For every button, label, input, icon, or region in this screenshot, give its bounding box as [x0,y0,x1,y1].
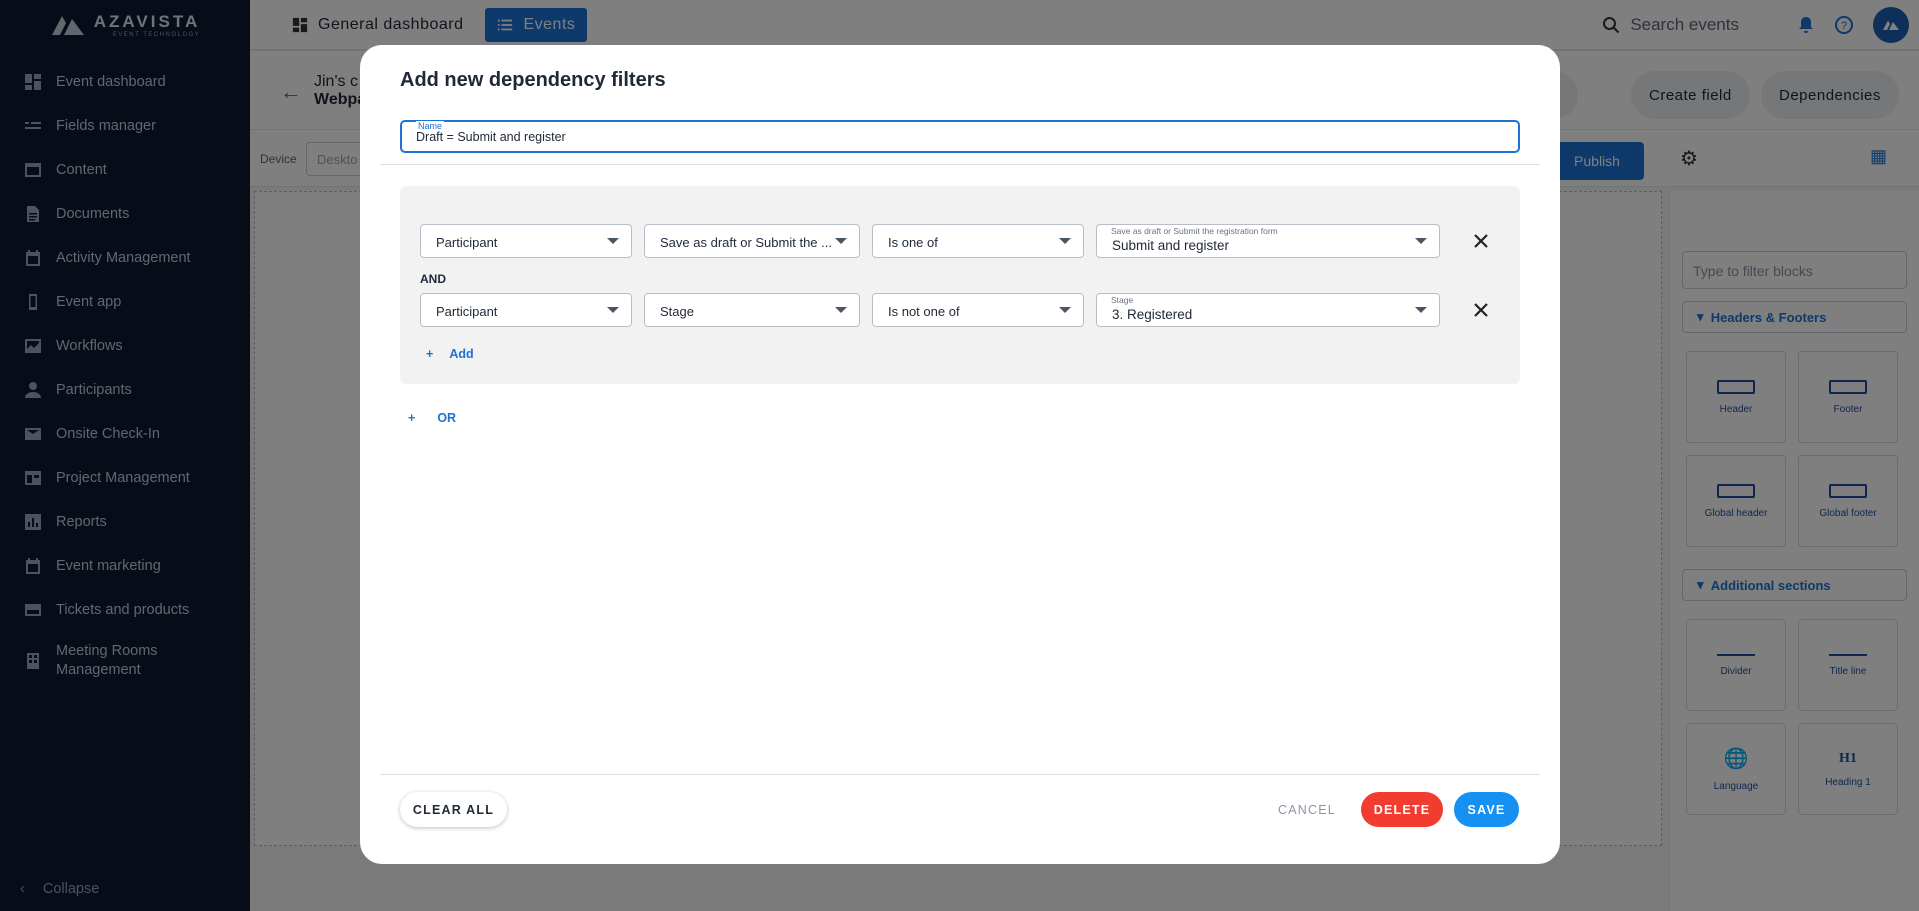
remove-condition-icon[interactable] [1470,299,1492,321]
save-button[interactable]: SAVE [1454,792,1519,827]
and-label: AND [420,272,446,286]
name-field[interactable]: Name Draft = Submit and register [400,120,1520,153]
operator-select[interactable]: Is one of [872,224,1084,258]
name-field-value: Draft = Submit and register [416,130,566,144]
cancel-button[interactable]: CANCEL [1272,792,1342,827]
dropdown-arrow-icon [1415,307,1427,313]
add-or-group-button[interactable]: + OR [408,411,456,425]
dropdown-arrow-icon [607,307,619,313]
divider [380,774,1540,775]
dropdown-arrow-icon [1059,238,1071,244]
value-select[interactable]: Save as draft or Submit the registration… [1096,224,1440,258]
dropdown-arrow-icon [607,238,619,244]
filter-group: Participant Save as draft or Submit the … [400,186,1520,384]
plus-icon: + [408,411,416,425]
or-label: OR [437,411,457,425]
dropdown-arrow-icon [1059,307,1071,313]
condition-row: Participant Stage Is not one of Stage 3.… [420,293,1500,327]
delete-button[interactable]: DELETE [1361,792,1443,827]
condition-row: Participant Save as draft or Submit the … [420,224,1500,258]
divider [380,164,1540,165]
entity-select[interactable]: Participant [420,293,632,327]
dependency-filter-dialog: Add new dependency filters Name Draft = … [360,45,1560,864]
dropdown-arrow-icon [835,307,847,313]
entity-select[interactable]: Participant [420,224,632,258]
plus-icon: + [426,347,434,361]
remove-condition-icon[interactable] [1470,230,1492,252]
dropdown-arrow-icon [835,238,847,244]
value-select[interactable]: Stage 3. Registered [1096,293,1440,327]
dropdown-arrow-icon [1415,238,1427,244]
add-label: Add [449,347,474,361]
operator-select[interactable]: Is not one of [872,293,1084,327]
value-select-label: Save as draft or Submit the registration… [1111,226,1278,236]
dialog-title: Add new dependency filters [400,69,666,91]
field-select[interactable]: Save as draft or Submit the ... [644,224,860,258]
field-select[interactable]: Stage [644,293,860,327]
value-select-label: Stage [1111,295,1134,305]
clear-all-button[interactable]: CLEAR ALL [400,792,507,827]
add-condition-button[interactable]: + Add [426,347,474,361]
